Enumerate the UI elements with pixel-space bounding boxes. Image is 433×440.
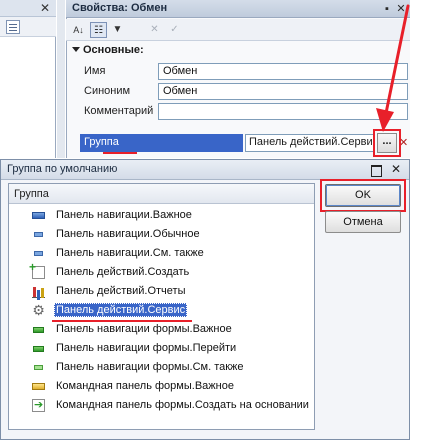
synonym-label: Синоним: [84, 85, 131, 97]
list-item[interactable]: Командная панель формы.Важное: [12, 377, 312, 396]
create-icon: [29, 260, 45, 279]
list-item-label: Панель действий.Создать: [56, 266, 190, 278]
list-item-label: Командная панель формы.Создать на основа…: [56, 399, 309, 411]
reports-icon: [32, 285, 45, 298]
list-item[interactable]: Панель навигации.Важное: [12, 206, 312, 225]
filter-icon[interactable]: ▼: [109, 22, 126, 38]
list-item-label: Панель навигации.Важное: [56, 209, 192, 221]
comment-label: Комментарий: [84, 105, 154, 117]
list-item-label: Панель навигации формы.Важное: [56, 323, 232, 335]
list-item[interactable]: Панель навигации формы.Перейти: [12, 339, 312, 358]
section-header[interactable]: Основные:: [72, 44, 144, 56]
annotation-underline-selected: [52, 320, 192, 322]
list-item[interactable]: Панель навигации.Обычное: [12, 225, 312, 244]
section-title: Основные:: [83, 44, 144, 56]
group-field[interactable]: Панель действий.Сервис: [245, 134, 375, 152]
annotation-arrow-icon: [376, 4, 410, 132]
list-item-label: Панель навигации формы.Перейти: [56, 342, 237, 354]
form-nav-important-icon: [33, 327, 44, 333]
form-nav-see-also-icon: [34, 365, 43, 370]
column-header[interactable]: Группа: [9, 184, 314, 204]
list-view-icon[interactable]: [6, 20, 20, 34]
list-item[interactable]: Панель навигации формы.См. также: [12, 358, 312, 377]
list-item-label: Панель навигации.См. также: [56, 247, 204, 259]
left-panel-close-icon[interactable]: ✕: [38, 2, 52, 15]
form-command-important-icon: [32, 383, 45, 390]
list-item-label: Панель действий.Сервис: [54, 303, 188, 317]
apply-icon[interactable]: ✓: [166, 22, 183, 38]
list-item[interactable]: Панель действий.Отчеты: [12, 282, 312, 301]
group-label[interactable]: Группа: [80, 134, 243, 152]
list-item[interactable]: Панель навигации формы.Важное: [12, 320, 312, 339]
gear-icon: ⚙: [32, 302, 45, 318]
cancel-icon[interactable]: ✕: [146, 22, 163, 38]
list-item[interactable]: Панель действий.Создать: [12, 260, 312, 282]
cancel-button[interactable]: Отмена: [325, 211, 401, 233]
dialog-close-icon[interactable]: ✕: [389, 163, 403, 177]
create-based-on-icon: [32, 398, 45, 412]
list-item-label: Панель навигации формы.См. также: [56, 361, 244, 373]
list-item-label: Командная панель формы.Важное: [56, 380, 234, 392]
dialog-title-bar: Группа по умолчанию ✕: [1, 160, 409, 180]
properties-title: Свойства: Обмен: [72, 2, 168, 14]
list-item[interactable]: Командная панель формы.Создать на основа…: [12, 396, 312, 415]
nav-see-also-icon: [34, 251, 43, 256]
dialog-title: Группа по умолчанию: [7, 163, 118, 175]
annotation-underline-group: [103, 152, 137, 154]
splitter[interactable]: [57, 0, 65, 158]
list-item-selected[interactable]: ⚙ Панель действий.Сервис: [12, 301, 312, 320]
name-label: Имя: [84, 65, 106, 77]
properties-toolbar: A↓ ☷ ▼ ✕ ✓: [66, 19, 410, 41]
nav-normal-icon: [34, 232, 43, 237]
annotation-box-ok: [320, 179, 406, 212]
list-item-label: Панель навигации.Обычное: [56, 228, 200, 240]
list-item-label: Панель действий.Отчеты: [56, 285, 186, 297]
categorized-view-icon[interactable]: ☷: [90, 22, 107, 38]
maximize-icon[interactable]: [369, 163, 383, 177]
nav-important-icon: [32, 212, 45, 219]
properties-title-bar: Свойства: Обмен ▪ ✕: [66, 0, 410, 18]
collapse-triangle-icon[interactable]: [72, 47, 80, 52]
sort-alphabetical-icon[interactable]: A↓: [70, 22, 87, 38]
list-item[interactable]: Панель навигации.См. также: [12, 244, 312, 263]
column-header-label: Группа: [14, 188, 49, 200]
form-nav-go-icon: [33, 346, 44, 352]
